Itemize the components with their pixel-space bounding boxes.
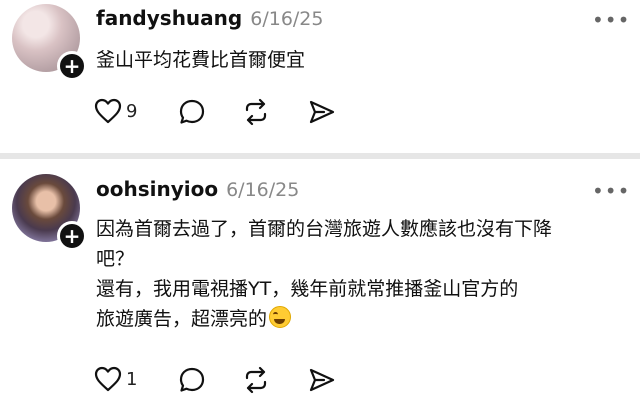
share-button[interactable]: [308, 366, 336, 394]
repost-icon: [245, 98, 267, 126]
like-count: 1: [126, 368, 138, 390]
plus-icon[interactable]: +: [57, 51, 87, 81]
post-text: 釜山平均花費比首爾便宜: [96, 45, 305, 75]
post-text-line-with-emoji: 旅遊廣告，超漂亮的: [96, 304, 552, 334]
thread-post-2: + oohsinyioo 6/16/25 ••• 因為首爾去過了，首爾的台灣旅遊人…: [0, 160, 640, 412]
plus-icon[interactable]: +: [57, 221, 87, 251]
repost-button[interactable]: [242, 366, 270, 394]
like-button[interactable]: 1: [94, 366, 137, 392]
share-icon: [309, 368, 335, 392]
post-text-line: 吧？: [96, 248, 135, 270]
post-text-line: 釜山平均花費比首爾便宜: [96, 49, 306, 71]
share-icon: [309, 100, 335, 124]
comment-icon: [179, 367, 205, 392]
share-button[interactable]: [308, 98, 336, 126]
repost-button[interactable]: [242, 98, 270, 126]
post-header: fandyshuang 6/16/25: [96, 6, 323, 30]
post-text-line: 因為首爾去過了，首爾的台灣旅遊人數應該也沒有下降: [96, 218, 553, 240]
username[interactable]: oohsinyioo: [96, 177, 218, 201]
like-button[interactable]: 9: [94, 98, 137, 124]
post-date: 6/16/25: [226, 179, 300, 201]
more-options-icon[interactable]: •••: [592, 179, 630, 203]
comment-button[interactable]: [178, 98, 206, 126]
post-actions: 1: [94, 366, 354, 396]
comment-button[interactable]: [178, 366, 206, 394]
heart-icon: [94, 98, 122, 124]
post-actions: 9: [94, 98, 354, 128]
repost-icon: [245, 366, 267, 394]
comment-icon: [179, 99, 205, 124]
username[interactable]: fandyshuang: [96, 6, 242, 30]
post-date: 6/16/25: [250, 8, 324, 30]
grinning-squinting-face-icon: [269, 306, 292, 328]
post-divider: [0, 153, 640, 159]
post-text-line: 還有，我用電視播YT，幾年前就常推播釜山官方的: [96, 278, 519, 300]
post-text-line: 旅遊廣告，超漂亮的: [96, 308, 268, 330]
heart-icon: [94, 366, 122, 392]
post-text: 因為首爾去過了，首爾的台灣旅遊人數應該也沒有下降 吧？ 還有，我用電視播YT，幾…: [96, 214, 552, 334]
post-header: oohsinyioo 6/16/25: [96, 177, 299, 201]
like-count: 9: [126, 100, 138, 122]
thread-post-1: + fandyshuang 6/16/25 ••• 釜山平均花費比首爾便宜 9: [0, 0, 640, 150]
more-options-icon[interactable]: •••: [592, 8, 630, 32]
